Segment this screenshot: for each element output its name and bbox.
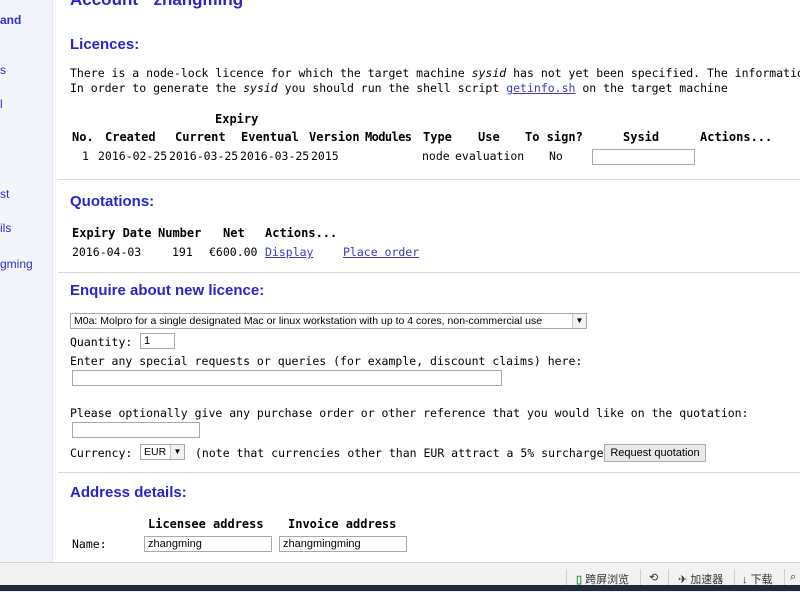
- currency-note: (note that currencies other than EUR att…: [195, 446, 611, 460]
- col-current: Current: [175, 130, 226, 144]
- col-no: No.: [72, 130, 94, 144]
- quantity-label: Quantity:: [70, 335, 133, 349]
- product-select[interactable]: M0a: Molpro for a single designated Mac …: [70, 313, 587, 329]
- licences-heading: Licences:: [70, 36, 140, 53]
- col-eventual: Eventual: [241, 130, 299, 144]
- taskbar: [0, 585, 800, 591]
- col-quote-actions: Actions...: [265, 226, 338, 240]
- invoice-name-field[interactable]: zhangmingming: [279, 536, 407, 552]
- quotations-heading: Quotations:: [70, 193, 155, 210]
- col-actions: Actions...: [700, 130, 773, 144]
- col-version: Version: [309, 130, 360, 144]
- chevron-down-icon: ▼: [170, 445, 184, 459]
- getinfo-link[interactable]: getinfo.sh: [506, 81, 575, 95]
- divider: [784, 569, 785, 585]
- expiry-group-header: Expiry: [215, 112, 259, 126]
- sidebar-item-account[interactable]: and: [0, 13, 21, 27]
- licensee-address-header: Licensee address: [148, 517, 264, 531]
- po-label: Please optionally give any purchase orde…: [70, 406, 749, 420]
- special-requests-input[interactable]: [72, 370, 502, 386]
- col-net: Net: [223, 226, 245, 240]
- quantity-field[interactable]: 1: [140, 333, 175, 349]
- display-quote-link[interactable]: Display: [265, 245, 313, 259]
- sidebar-item-tools[interactable]: l: [0, 97, 3, 111]
- purchase-order-input[interactable]: [72, 422, 200, 438]
- divider: [58, 272, 800, 273]
- address-heading: Address details:: [70, 484, 187, 501]
- sysid-input[interactable]: [592, 149, 695, 165]
- sidebar: and s l st ils gming: [0, 0, 53, 562]
- page-title: Account zhangming: [70, 0, 243, 10]
- col-modules: Modules: [365, 130, 412, 144]
- currency-select[interactable]: EUR ▼: [140, 444, 185, 460]
- enquire-heading: Enquire about new licence:: [70, 282, 265, 299]
- col-sysid: Sysid: [623, 130, 660, 144]
- divider: [58, 179, 800, 180]
- licence-instructions: In order to generate the sysid you shoul…: [70, 81, 728, 95]
- divider: [640, 569, 641, 585]
- name-label: Name:: [72, 537, 107, 551]
- zoom-icon[interactable]: ⌕: [790, 571, 796, 584]
- col-created: Created: [105, 130, 156, 144]
- chevron-down-icon: ▼: [572, 314, 586, 328]
- sidebar-item-details[interactable]: ils: [0, 221, 11, 235]
- divider: [734, 569, 735, 585]
- divider: [668, 569, 669, 585]
- col-to-sign: To sign?: [525, 130, 583, 144]
- licence-notice: There is a node-lock licence for which t…: [70, 66, 800, 80]
- request-quotation-button[interactable]: Request quotation: [604, 444, 706, 462]
- sidebar-item-licences[interactable]: s: [0, 63, 6, 77]
- col-expiry-date: Expiry Date: [72, 226, 152, 240]
- divider: [566, 569, 567, 585]
- col-use: Use: [478, 130, 500, 144]
- invoice-address-header: Invoice address: [288, 517, 397, 531]
- col-type: Type: [423, 130, 452, 144]
- sidebar-item-list[interactable]: st: [0, 187, 9, 201]
- sidebar-item-user[interactable]: gming: [0, 257, 33, 271]
- col-number: Number: [158, 226, 202, 240]
- main-content: Account zhangming Licences: There is a n…: [58, 0, 800, 562]
- licensee-name-field[interactable]: zhangming: [144, 536, 272, 552]
- divider: [58, 472, 800, 473]
- requests-label: Enter any special requests or queries (f…: [70, 354, 583, 368]
- place-order-link[interactable]: Place order: [343, 245, 419, 259]
- currency-label: Currency:: [70, 446, 133, 460]
- refresh-icon[interactable]: ⟲: [649, 571, 658, 584]
